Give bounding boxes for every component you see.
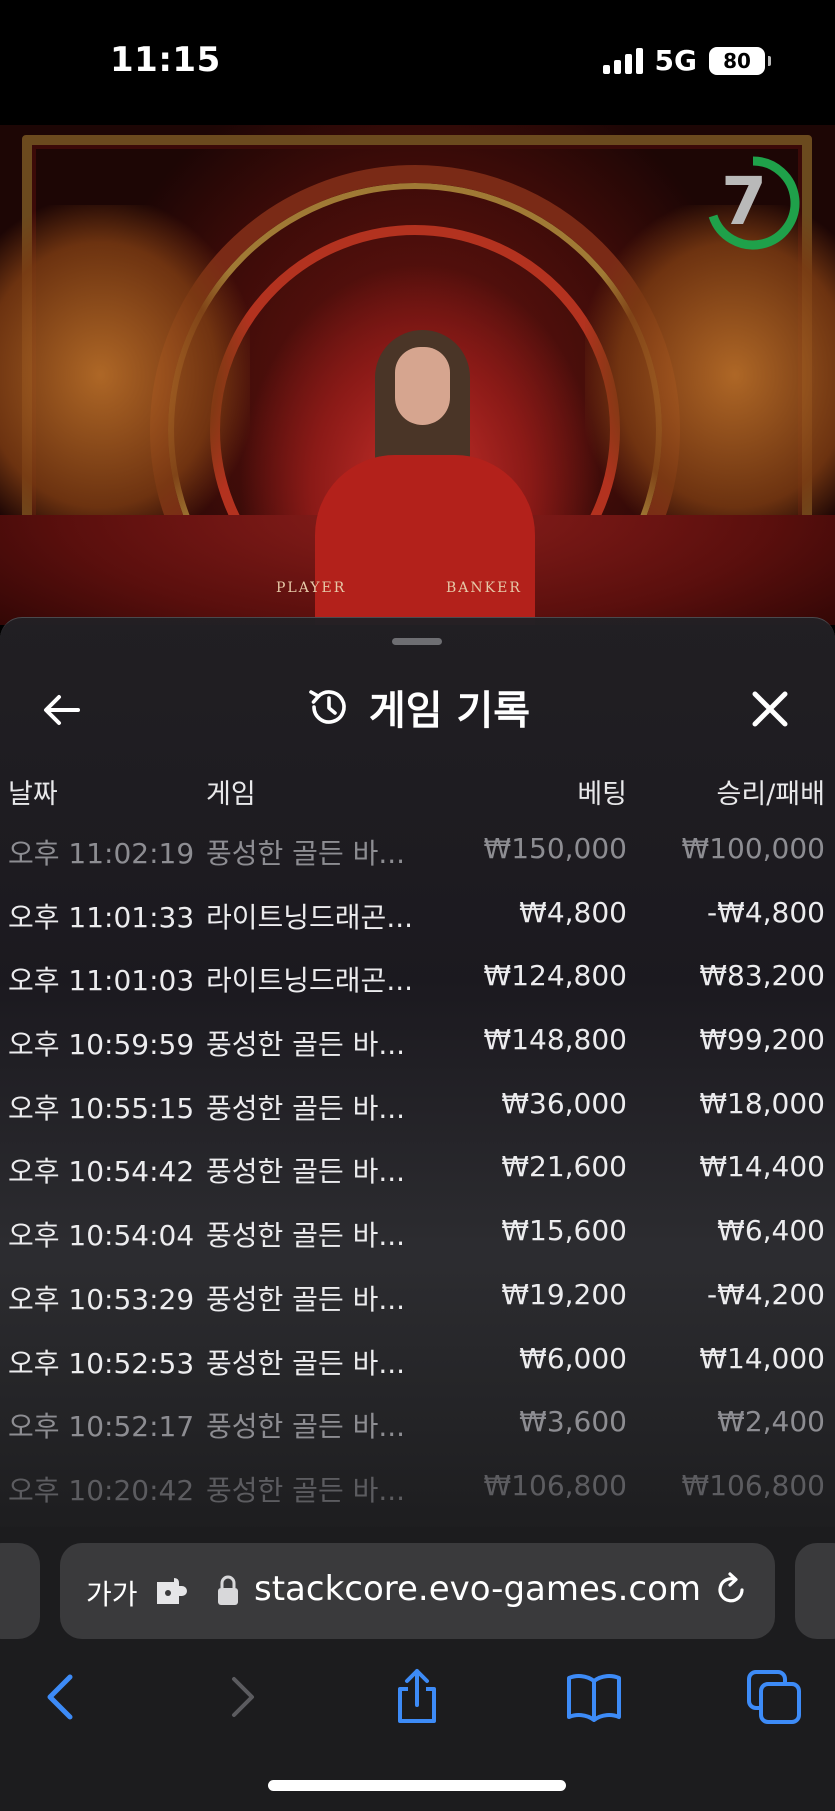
table-row[interactable]: 오후 10:53:29 풍성한 골든 바... ₩19,200 -₩4,200 — [0, 1266, 835, 1330]
browser-toolbar — [0, 1657, 835, 1747]
row-time: 오후 10:54:42 — [8, 1155, 195, 1189]
row-game: 라이트닝드래곤... — [206, 900, 414, 934]
table-row[interactable]: 오후 10:55:15 풍성한 골든 바... ₩36,000 ₩18,000 — [0, 1075, 835, 1139]
row-bet: ₩6,000 — [519, 1341, 627, 1375]
table-row[interactable]: 오후 11:01:33 라이트닝드래곤... ₩4,800 -₩4,800 — [0, 884, 835, 948]
share-icon[interactable] — [387, 1667, 447, 1727]
row-time: 오후 10:55:15 — [8, 1091, 195, 1125]
previous-tab-preview[interactable] — [0, 1543, 40, 1639]
row-game: 풍성한 골든 바... — [206, 1282, 406, 1316]
row-time: 오후 10:54:04 — [8, 1219, 195, 1253]
row-game: 풍성한 골든 바... — [206, 1028, 406, 1062]
row-bet: ₩106,800 — [483, 1468, 627, 1502]
row-result: ₩100,000 — [681, 832, 825, 865]
row-time: 오후 10:52:53 — [8, 1346, 195, 1380]
row-result: ₩106,800 — [681, 1468, 825, 1502]
row-result: ₩18,000 — [699, 1086, 825, 1120]
row-result: ₩14,400 — [699, 1150, 825, 1184]
status-indicators: 5G 80 — [602, 44, 771, 77]
row-game: 풍성한 골든 바... — [206, 1219, 406, 1253]
live-dealer-video[interactable]: PLAYER BANKER 7 — [0, 125, 835, 625]
status-bar: 11:15 5G 80 — [0, 0, 835, 125]
panel-title-group: 게임 기록 — [0, 678, 835, 736]
column-header-winloss: 승리/패배 — [716, 779, 825, 810]
row-bet: ₩15,600 — [501, 1214, 627, 1248]
table-header: 날짜 게임 베팅 승리/패배 — [0, 758, 835, 818]
row-time: 오후 10:20:42 — [8, 1473, 195, 1507]
row-result: -₩4,200 — [707, 1277, 825, 1311]
row-bet: ₩150,000 — [483, 832, 627, 865]
dealer — [315, 455, 535, 625]
row-game: 라이트닝드래곤... — [206, 964, 414, 998]
table-row[interactable]: 오후 10:52:17 풍성한 골든 바... ₩3,600 ₩2,400 — [0, 1393, 835, 1457]
row-bet: ₩36,000 — [501, 1086, 627, 1120]
tabs-icon[interactable] — [744, 1667, 804, 1727]
row-game: 풍성한 골든 바... — [206, 1473, 406, 1507]
lock-icon — [218, 1575, 238, 1605]
table-row[interactable]: 오후 10:54:42 풍성한 골든 바... ₩21,600 ₩14,400 — [0, 1138, 835, 1202]
table-row[interactable]: 오후 10:20:42 풍성한 골든 바... ₩106,800 ₩106,80… — [0, 1457, 835, 1521]
column-header-bet: 베팅 — [577, 779, 627, 810]
history-icon — [309, 690, 346, 724]
row-game: 풍성한 골든 바... — [206, 1155, 406, 1189]
row-result: ₩2,400 — [717, 1405, 825, 1439]
column-header-date: 날짜 — [8, 779, 58, 810]
column-header-game: 게임 — [206, 779, 256, 810]
row-game: 풍성한 골든 바... — [206, 837, 406, 870]
table-row[interactable]: 오후 10:54:04 풍성한 골든 바... ₩15,600 ₩6,400 — [0, 1202, 835, 1266]
battery-level: 80 — [723, 48, 751, 73]
table-row[interactable]: 오후 10:59:59 풍성한 골든 바... ₩148,800 ₩99,200 — [0, 1011, 835, 1075]
table-row[interactable]: 오후 10:52:53 풍성한 골든 바... ₩6,000 ₩14,000 — [0, 1330, 835, 1394]
next-tab-preview[interactable] — [795, 1543, 835, 1639]
row-bet: ₩124,800 — [483, 959, 627, 993]
extension-icon[interactable] — [152, 1573, 188, 1609]
close-icon[interactable] — [745, 684, 795, 734]
row-time: 오후 11:01:33 — [8, 900, 195, 934]
table-row[interactable]: 오후 11:01:03 라이트닝드래곤... ₩124,800 ₩83,200 — [0, 947, 835, 1011]
row-bet: ₩3,600 — [519, 1405, 627, 1439]
row-result: ₩6,400 — [717, 1214, 825, 1248]
row-bet: ₩4,800 — [519, 895, 627, 929]
row-game: 풍성한 골든 바... — [206, 1091, 406, 1125]
signal-icon — [602, 47, 643, 74]
row-bet: ₩148,800 — [483, 1023, 627, 1057]
row-result: ₩14,000 — [699, 1341, 825, 1375]
table-label-banker: BANKER — [446, 580, 522, 596]
home-indicator[interactable] — [268, 1780, 566, 1791]
row-result: ₩83,200 — [699, 959, 825, 993]
game-history-panel: 게임 기록 날짜 게임 베팅 승리/패배 오후 11:02:19 풍성한 골든 … — [0, 617, 835, 1527]
battery-icon: 80 — [709, 46, 771, 75]
panel-title: 게임 기록 — [368, 688, 531, 734]
row-time: 오후 11:01:03 — [8, 964, 195, 998]
url-text[interactable]: stackcore.evo-games.com — [254, 1569, 701, 1609]
network-type: 5G — [654, 44, 697, 77]
row-result: -₩4,800 — [707, 895, 825, 929]
forward-icon[interactable] — [212, 1667, 272, 1727]
row-game: 풍성한 골든 바... — [206, 1346, 406, 1380]
row-result: ₩99,200 — [699, 1023, 825, 1057]
panel-header: 게임 기록 — [0, 668, 835, 748]
row-game: 풍성한 골든 바... — [206, 1410, 406, 1444]
text-size-button[interactable]: 가가 — [86, 1573, 138, 1613]
row-time: 오후 10:59:59 — [8, 1028, 195, 1062]
dragon-statue-left — [0, 205, 250, 545]
countdown-timer-value: 7 — [721, 163, 767, 240]
row-time: 오후 11:02:19 — [8, 837, 195, 870]
bookmarks-icon[interactable] — [564, 1667, 624, 1727]
dealer-face — [395, 347, 450, 425]
row-time: 오후 10:52:17 — [8, 1410, 195, 1444]
table-row[interactable]: 오후 11:02:19 풍성한 골든 바... ₩150,000 ₩100,00… — [0, 820, 835, 884]
history-table-body: 오후 11:02:19 풍성한 골든 바... ₩150,000 ₩100,00… — [0, 820, 835, 1521]
address-bar[interactable]: 가가 stackcore.evo-games.com — [60, 1543, 775, 1639]
dragon-statue-right — [585, 205, 835, 545]
back-icon[interactable] — [32, 1667, 92, 1727]
row-bet: ₩21,600 — [501, 1150, 627, 1184]
status-time: 11:15 — [110, 40, 221, 80]
drag-handle[interactable] — [392, 638, 442, 645]
row-time: 오후 10:53:29 — [8, 1282, 195, 1316]
reload-icon[interactable] — [711, 1569, 751, 1609]
row-bet: ₩19,200 — [501, 1277, 627, 1311]
table-label-player: PLAYER — [276, 580, 347, 596]
browser-chrome: 가가 stackcore.evo-games.com — [0, 1527, 835, 1811]
